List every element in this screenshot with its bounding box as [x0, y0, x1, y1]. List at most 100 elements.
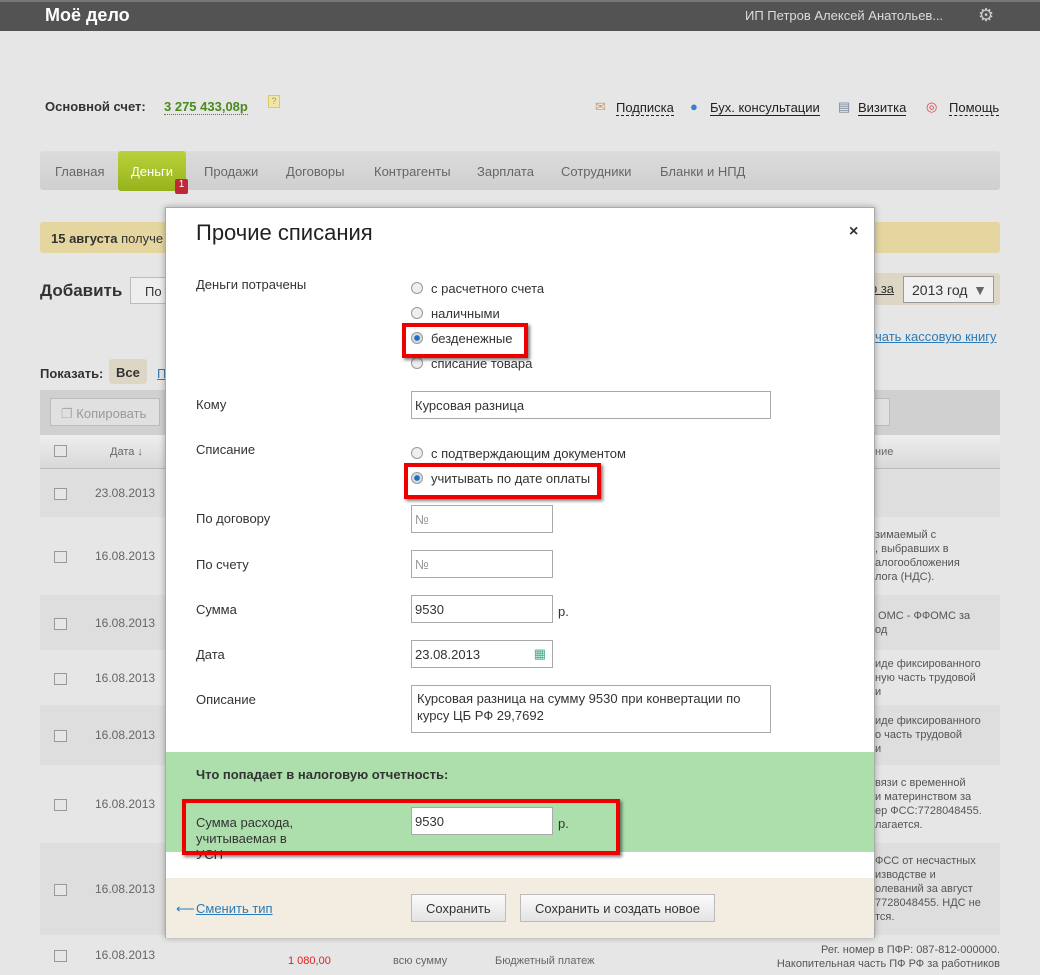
col-date[interactable]: Дата ↓ [110, 446, 143, 458]
save-button[interactable]: Сохранить [411, 894, 506, 922]
nav-sales[interactable]: Продажи [204, 164, 258, 179]
date-label: Дата [196, 647, 225, 662]
invoice-label: По счету [196, 557, 249, 572]
user-name[interactable]: ИП Петров Алексей Анатольев... [745, 8, 943, 23]
row-checkbox[interactable] [54, 618, 67, 630]
contract-input[interactable]: № [411, 505, 553, 533]
row-description: иде фиксированного о часть трудовой и [875, 715, 981, 755]
nav-contractors[interactable]: Контрагенты [374, 164, 451, 179]
row-date: 16.08.2013 [95, 671, 156, 685]
link-card[interactable]: Визитка [858, 100, 907, 116]
row-description: иде фиксированного ную часть трудовой и [875, 658, 981, 698]
main-nav: Главная Деньги Продажи Договоры Контраге… [40, 151, 1000, 194]
writeoff-label: Списание [196, 442, 256, 457]
row-description: вязи с временной и материнством за ер ФС… [875, 777, 982, 831]
row-checkbox[interactable] [54, 673, 67, 685]
row-date: 16.08.2013 [95, 728, 156, 742]
nav-home[interactable]: Главная [55, 164, 104, 179]
calendar-icon[interactable]: ▦ [534, 646, 546, 662]
copy-icon: ❐ [61, 406, 77, 421]
chevron-down-icon: ▼ [973, 282, 987, 298]
contract-label: По договору [196, 511, 271, 526]
question-icon: ● [690, 99, 698, 114]
highlight-box [404, 463, 601, 499]
row-type: Бюджетный платеж [495, 955, 595, 967]
row-date: 16.08.2013 [95, 797, 156, 811]
row-description: зимаемый с , выбравших в алогообложения … [875, 529, 960, 583]
row-date: 16.08.2013 [95, 549, 156, 563]
radio-with-document[interactable]: с подтверждающим документом [411, 446, 626, 461]
nav-salary[interactable]: Зарплата [477, 164, 534, 179]
notice-date: 15 августа [51, 231, 118, 246]
nav-contracts[interactable]: Договоры [286, 164, 344, 179]
date-input[interactable]: 23.08.2013 ▦ [411, 640, 553, 668]
copy-button[interactable]: ❐ Копировать [50, 398, 160, 426]
row-checkbox[interactable] [54, 488, 67, 500]
other-writeoffs-dialog: Прочие списания × Деньги потрачены с рас… [165, 207, 875, 938]
account-balance[interactable]: 3 275 433,08р [164, 99, 248, 115]
link-help[interactable]: Помощь [949, 100, 1000, 116]
row-description: ФСС от несчастных изводстве и олеваний з… [875, 855, 981, 923]
radio-goods[interactable]: списание товара [411, 356, 532, 371]
tax-title: Что попадает в налоговую отчетность: [196, 767, 449, 782]
row-checkbox[interactable] [54, 799, 67, 811]
filter-all[interactable]: Все [109, 359, 147, 384]
date-value: 23.08.2013 [415, 647, 481, 662]
notification-badge: 1 [175, 179, 188, 194]
nav-forms[interactable]: Бланки и НПД [660, 164, 745, 179]
row-date: 16.08.2013 [95, 882, 156, 896]
help-icon[interactable]: ? [268, 95, 280, 108]
change-type-link[interactable]: Сменить тип [196, 901, 273, 916]
highlight-box [182, 799, 620, 855]
sum-label: Сумма [196, 602, 237, 617]
card-icon: ▤ [838, 99, 851, 114]
lifebuoy-icon: ◎ [926, 99, 938, 114]
filter-label: Показать: [40, 366, 104, 381]
desc-textarea[interactable]: Курсовая разница на сумму 9530 при конве… [411, 685, 771, 733]
row-description: ОМС - ФФОМС за од [875, 610, 971, 636]
row-checkbox[interactable] [54, 551, 67, 563]
dialog-title: Прочие списания [196, 220, 373, 245]
row-date: 23.08.2013 [95, 486, 156, 500]
row-date: 16.08.2013 [95, 616, 156, 630]
gear-icon[interactable]: ⚙ [978, 5, 994, 26]
link-subscription[interactable]: Подписка [616, 100, 674, 116]
logo[interactable]: Моё дело [45, 5, 130, 26]
copy-label: Копировать [76, 406, 147, 421]
row-description: Рег. номер в ПФР: 087-812-000000. Накопи… [776, 944, 1000, 970]
spent-label: Деньги потрачены [196, 277, 307, 292]
sum-input[interactable]: 9530 [411, 595, 553, 623]
envelope-icon: ✉ [595, 99, 606, 114]
nav-employees[interactable]: Сотрудники [561, 164, 631, 179]
dialog-footer: ⟵ Сменить тип Сохранить Сохранить и созд… [166, 878, 874, 938]
currency-label: р. [558, 604, 569, 619]
add-label: Добавить [40, 281, 123, 300]
radio-label: наличными [431, 306, 500, 321]
arrow-left-icon: ⟵ [176, 901, 195, 916]
invoice-input[interactable]: № [411, 550, 553, 578]
row-date: 16.08.2013 [95, 948, 156, 962]
col-desc[interactable]: ние [875, 446, 893, 458]
row-amount: 1 080,00 [288, 955, 331, 967]
to-input[interactable]: Курсовая разница [411, 391, 771, 419]
link-consult[interactable]: Бух. консультации [710, 100, 820, 116]
highlight-box [402, 323, 528, 358]
tax-report-section: Что попадает в налоговую отчетность: Сум… [166, 752, 874, 862]
radio-label: с расчетного счета [431, 281, 545, 296]
desc-label: Описание [196, 692, 256, 707]
cash-book-link[interactable]: чать кассовую книгу [875, 329, 997, 344]
save-and-new-button[interactable]: Сохранить и создать новое [520, 894, 715, 922]
row-checkbox[interactable] [54, 730, 67, 742]
to-label: Кому [196, 397, 227, 412]
select-all-checkbox[interactable] [54, 445, 67, 457]
row-what: всю сумму [393, 955, 448, 967]
radio-cash[interactable]: наличными [411, 306, 500, 321]
row-checkbox[interactable] [54, 884, 67, 896]
table-row[interactable]: 16.08.2013 1 080,00 всю сумму Бюджетный п… [40, 935, 1000, 975]
radio-bank[interactable]: с расчетного счета [411, 281, 544, 296]
row-checkbox[interactable] [54, 950, 67, 962]
year-select[interactable]: 2013 год ▼ [903, 276, 994, 303]
close-icon[interactable]: × [849, 223, 858, 241]
account-label: Основной счет: [45, 99, 146, 114]
radio-label: списание товара [431, 356, 533, 371]
